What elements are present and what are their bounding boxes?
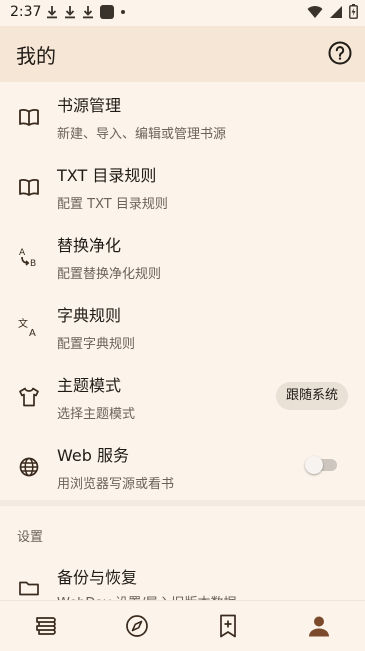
bookshelf-icon[interactable] [32, 612, 60, 640]
status-system-icons [307, 4, 358, 19]
section-divider [0, 500, 365, 506]
section-header-settings: 设置 [17, 530, 44, 545]
web-service-toggle[interactable] [305, 453, 337, 477]
list-item-backup-restore[interactable]: 备份与恢复 WebDav 设置/导入旧版本数据 [0, 556, 365, 600]
list-item-txt-rules[interactable]: TXT 目录规则 配置 TXT 目录规则 [0, 152, 365, 222]
wifi-icon [307, 5, 323, 18]
list-item-title: Web 服务 [57, 446, 129, 465]
list-item-replace-purify[interactable]: A B 替换净化 配置替换净化规则 [0, 222, 365, 292]
battery-icon [349, 4, 358, 19]
list-item-title: 备份与恢复 [57, 568, 138, 587]
shirt-icon [19, 387, 39, 407]
list-item-title: 书源管理 [57, 96, 122, 115]
svg-text:A: A [19, 248, 26, 258]
list-item-title: TXT 目录规则 [57, 166, 157, 185]
list-item-subtitle: 配置替换净化规则 [57, 267, 162, 282]
status-time: 2:37 [10, 4, 42, 20]
translate-icon: 文 A [18, 317, 36, 339]
status-notification-icons [46, 5, 126, 19]
signal-icon [330, 5, 342, 18]
svg-text:A: A [29, 328, 36, 339]
settings-list: 书源管理 新建、导入、编辑或管理书源 TXT 目录规则 配置 TXT 目录规则 … [0, 82, 365, 502]
download-icon [83, 6, 93, 19]
download-icon [47, 6, 57, 19]
list-item-subtitle: 配置 TXT 目录规则 [57, 197, 168, 212]
svg-text:B: B [30, 259, 36, 269]
theme-mode-chip[interactable]: 跟随系统 [275, 382, 348, 410]
list-item-book-source[interactable]: 书源管理 新建、导入、编辑或管理书源 [0, 82, 365, 152]
list-item-subtitle: 用浏览器写源或看书 [57, 477, 175, 492]
list-item-title: 主题模式 [57, 376, 122, 395]
dot-icon [121, 10, 125, 14]
folder-icon [19, 581, 39, 596]
book-icon [19, 178, 39, 196]
globe-icon [19, 457, 39, 477]
toggle-thumb [305, 456, 323, 474]
compass-icon[interactable] [123, 612, 151, 640]
list-item-subtitle: 配置字典规则 [57, 337, 136, 352]
list-item-theme-mode[interactable]: 主题模式 选择主题模式 跟随系统 [0, 362, 365, 432]
list-item-subtitle: 选择主题模式 [57, 407, 136, 422]
app-icon [100, 5, 114, 19]
list-item-title: 替换净化 [57, 236, 122, 255]
help-circle-icon[interactable] [327, 40, 353, 66]
bookmark-add-icon[interactable] [214, 612, 242, 640]
replace-icon: A B [19, 248, 36, 269]
list-item-subtitle: WebDav 设置/导入旧版本数据 [57, 592, 237, 600]
list-item-web-service[interactable]: Web 服务 用浏览器写源或看书 [0, 432, 365, 502]
book-icon [19, 108, 39, 126]
page-title: 我的 [16, 44, 56, 68]
list-item-subtitle: 新建、导入、编辑或管理书源 [57, 127, 227, 142]
app-bar: 我的 [0, 26, 365, 82]
status-bar: 2:37 [0, 0, 365, 26]
svg-text:文: 文 [18, 317, 28, 330]
list-item-dictionary-rules[interactable]: 文 A 字典规则 配置字典规则 [0, 292, 365, 362]
bottom-navigation [0, 600, 365, 651]
download-icon [65, 6, 75, 19]
list-item-title: 字典规则 [57, 306, 122, 325]
person-icon[interactable] [305, 612, 333, 640]
